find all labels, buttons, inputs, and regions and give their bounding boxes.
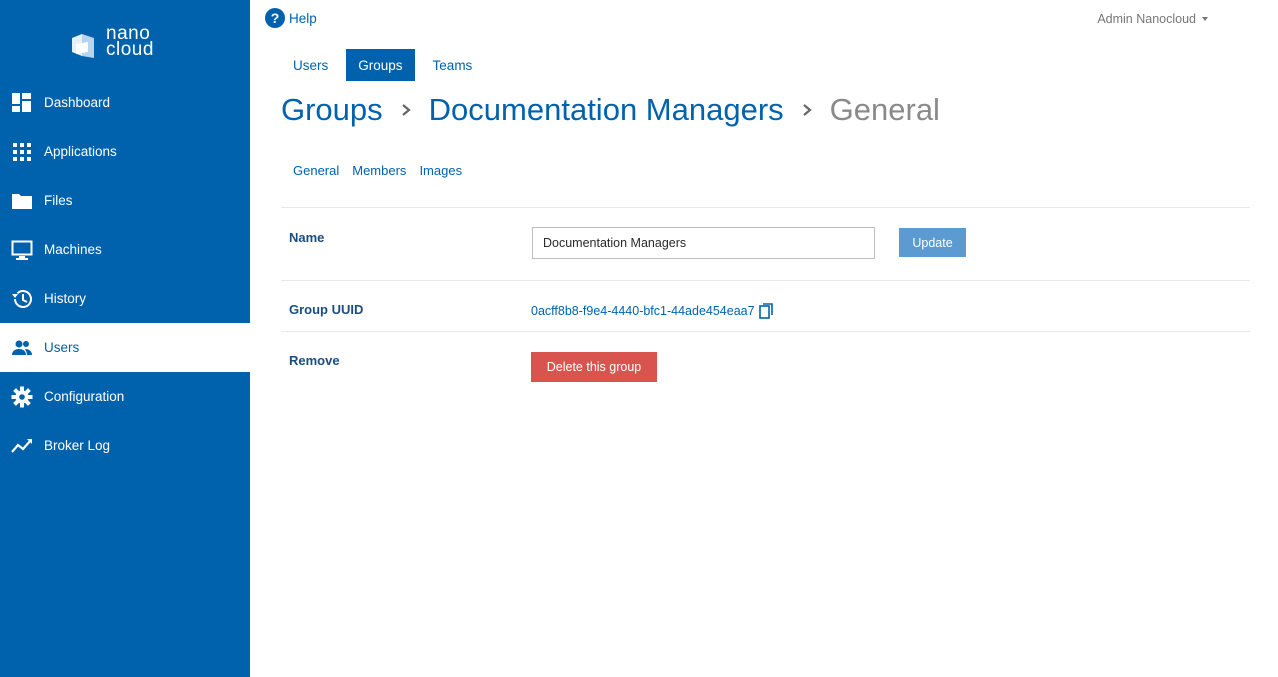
- group-name-input[interactable]: [532, 227, 875, 259]
- help-label: Help: [289, 10, 317, 26]
- sidebar-item-label: Files: [44, 193, 73, 208]
- tab-groups[interactable]: Groups: [346, 49, 415, 81]
- breadcrumb-groups[interactable]: Groups: [281, 92, 383, 128]
- breadcrumb-current: General: [829, 92, 940, 127]
- sidebar-item-history[interactable]: History: [0, 274, 250, 323]
- group-uuid: 0acff8b8-f9e4-4440-bfc1-44ade454eaa7: [531, 304, 755, 318]
- delete-group-button[interactable]: Delete this group: [531, 352, 657, 382]
- help-link[interactable]: ? Help: [265, 8, 317, 28]
- sidebar-item-label: History: [44, 291, 87, 306]
- user-name: Admin Nanocloud: [1097, 12, 1196, 26]
- top-tabs: Users Groups Teams: [281, 49, 490, 81]
- sidebar-item-label: Dashboard: [44, 95, 111, 110]
- caret-down-icon: [1202, 17, 1208, 21]
- uuid-label: Group UUID: [289, 302, 364, 317]
- sidebar-item-label: Machines: [44, 242, 102, 257]
- folder-icon: [11, 190, 33, 212]
- logo-mark-icon: [70, 30, 98, 60]
- sidebar-item-machines[interactable]: Machines: [0, 225, 250, 274]
- remove-label: Remove: [289, 353, 340, 368]
- gear-icon: [11, 386, 33, 408]
- sidebar-item-configuration[interactable]: Configuration: [0, 372, 250, 421]
- sidebar-item-dashboard[interactable]: Dashboard: [0, 78, 250, 127]
- subtab-general[interactable]: General: [293, 163, 339, 178]
- sidebar-item-files[interactable]: Files: [0, 176, 250, 225]
- copy-icon[interactable]: [758, 303, 774, 319]
- apps-grid-icon: [11, 141, 33, 163]
- history-icon: [11, 288, 33, 310]
- nanocloud-logo[interactable]: nano cloud: [70, 22, 170, 62]
- trend-line-icon: [11, 435, 33, 457]
- uuid-row: Group UUID 0acff8b8-f9e4-4440-bfc1-44ade…: [281, 280, 1250, 331]
- chevron-right-icon: [801, 102, 813, 118]
- name-label: Name: [289, 230, 325, 245]
- sidebar-item-label: Configuration: [44, 389, 125, 404]
- breadcrumb-group-name[interactable]: Documentation Managers: [429, 92, 784, 128]
- users-icon: [11, 337, 33, 359]
- sidebar-item-applications[interactable]: Applications: [0, 127, 250, 176]
- uuid-value-wrapper: 0acff8b8-f9e4-4440-bfc1-44ade454eaa7: [531, 303, 774, 319]
- tab-teams[interactable]: Teams: [421, 49, 485, 81]
- logo-text: nano cloud: [106, 24, 154, 60]
- remove-row: Remove Delete this group: [281, 331, 1250, 411]
- sidebar-item-label: Applications: [44, 144, 117, 159]
- tab-users[interactable]: Users: [281, 49, 340, 81]
- help-icon: ?: [265, 8, 285, 28]
- dashboard-icon: [11, 92, 33, 114]
- logo-line-2: cloud: [106, 39, 154, 60]
- monitor-icon: [11, 239, 33, 261]
- subtab-members[interactable]: Members: [352, 163, 406, 178]
- name-row: Name Update: [281, 207, 1250, 280]
- sidebar-item-label: Users: [44, 340, 80, 355]
- sub-tabs: General Members Images: [293, 163, 475, 178]
- sidebar-item-broker-log[interactable]: Broker Log: [0, 421, 250, 470]
- sidebar-nav: Dashboard Applications Files Machines Hi…: [0, 78, 250, 470]
- user-menu[interactable]: Admin Nanocloud: [1097, 12, 1208, 26]
- update-button[interactable]: Update: [899, 228, 966, 257]
- main-content: ? Help Admin Nanocloud Users Groups Team…: [250, 0, 1278, 677]
- sidebar-item-users[interactable]: Users: [0, 323, 250, 372]
- sidebar-item-label: Broker Log: [44, 438, 111, 453]
- group-settings: Name Update Group UUID 0acff8b8-f9e4-444…: [281, 207, 1250, 411]
- subtab-images[interactable]: Images: [419, 163, 462, 178]
- sidebar: nano cloud Dashboard Applications Files …: [0, 0, 250, 677]
- chevron-right-icon: [400, 102, 412, 118]
- breadcrumb: Groups Documentation Managers General: [281, 92, 940, 128]
